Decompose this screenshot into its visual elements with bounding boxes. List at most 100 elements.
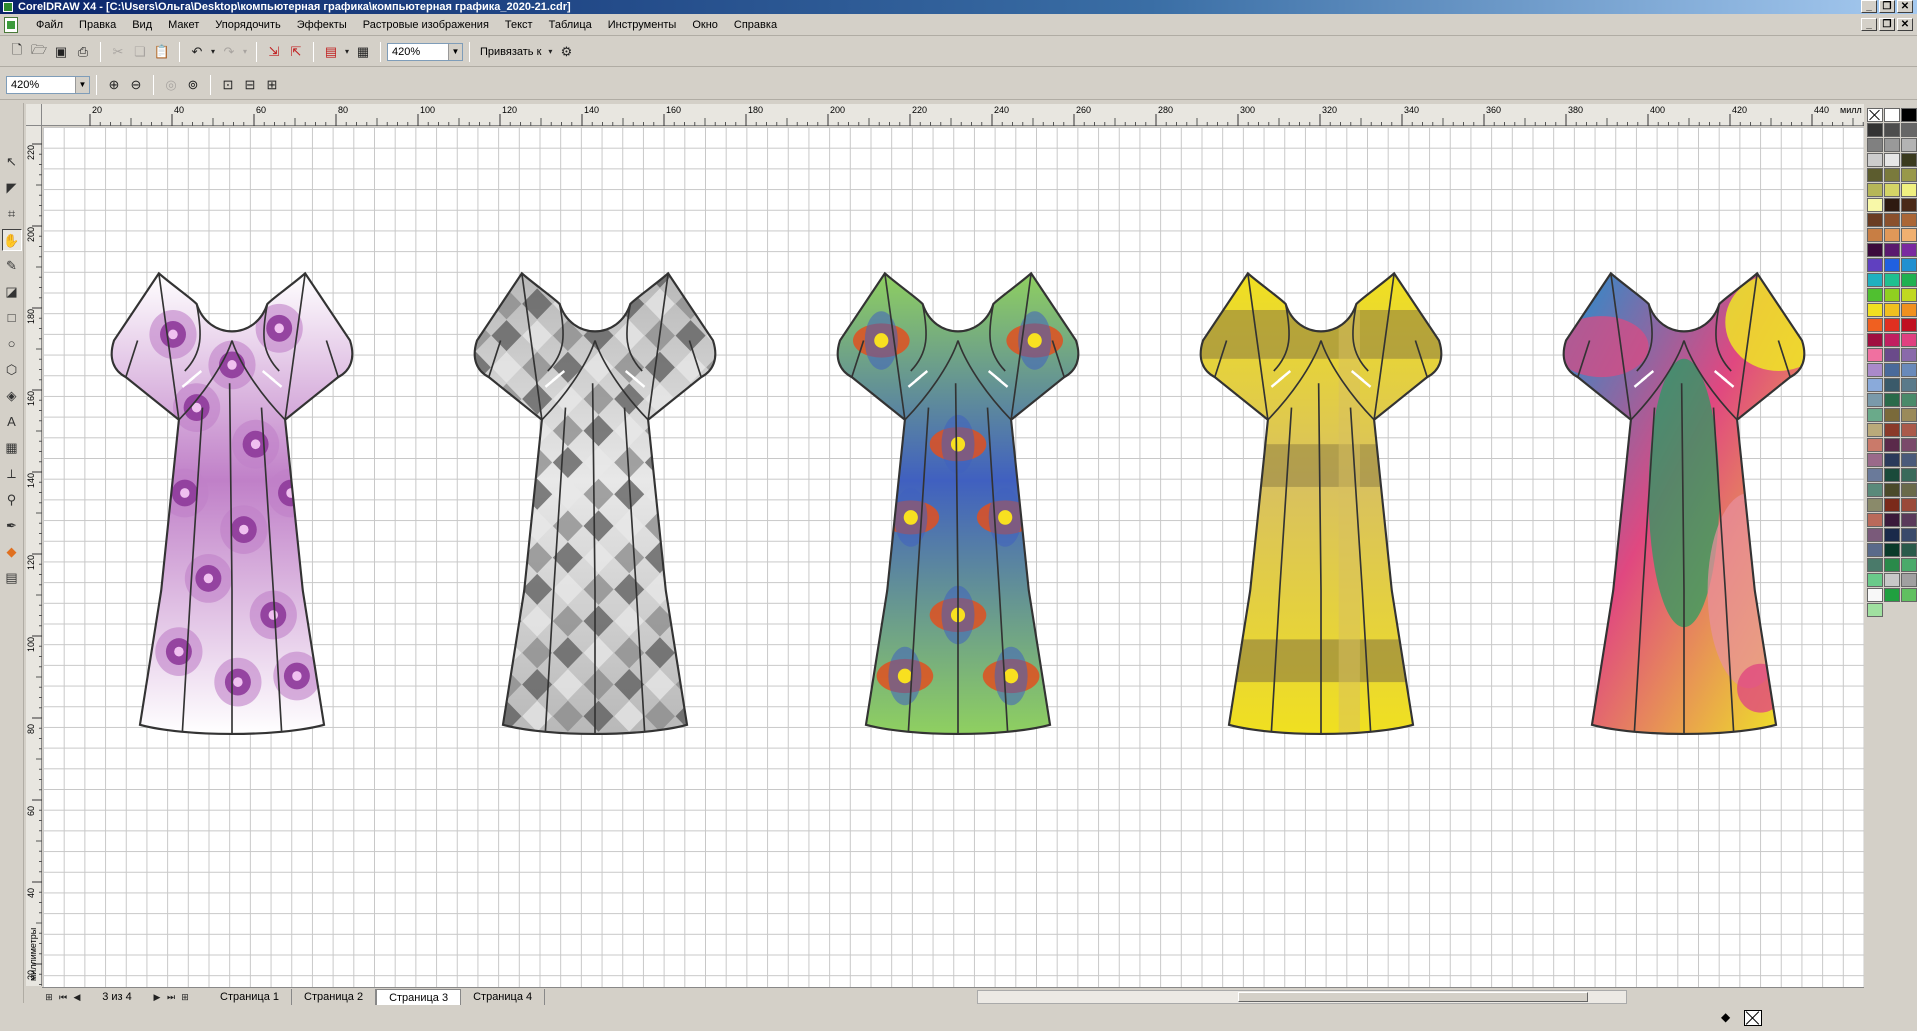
- color-swatch[interactable]: [1867, 348, 1883, 362]
- next-page-icon[interactable]: ▶: [150, 990, 164, 1004]
- color-swatch[interactable]: [1867, 453, 1883, 467]
- smart-fill-tool-icon[interactable]: ◪: [2, 281, 22, 303]
- no-color-swatch[interactable]: [1867, 108, 1883, 122]
- pan-tool-icon[interactable]: ✋: [1, 229, 22, 251]
- color-swatch[interactable]: [1884, 258, 1900, 272]
- color-swatch[interactable]: [1867, 183, 1883, 197]
- color-swatch[interactable]: [1884, 348, 1900, 362]
- color-swatch[interactable]: [1884, 108, 1900, 122]
- color-swatch[interactable]: [1901, 543, 1917, 557]
- color-swatch[interactable]: [1901, 363, 1917, 377]
- color-swatch[interactable]: [1884, 528, 1900, 542]
- zoom-page-height-icon[interactable]: ⊞: [261, 74, 283, 96]
- color-swatch[interactable]: [1884, 378, 1900, 392]
- color-swatch[interactable]: [1867, 213, 1883, 227]
- minimize-button[interactable]: _: [1861, 0, 1877, 13]
- horizontal-scroll-thumb[interactable]: [1238, 992, 1588, 1002]
- color-swatch[interactable]: [1884, 183, 1900, 197]
- interactive-fill-tool-icon[interactable]: ▤: [2, 567, 22, 589]
- color-swatch[interactable]: [1884, 543, 1900, 557]
- color-swatch[interactable]: [1901, 588, 1917, 602]
- add-page-after-icon[interactable]: ⊞: [178, 990, 192, 1004]
- doc-close-button[interactable]: ✕: [1897, 18, 1913, 31]
- dress-multicolor-gradient[interactable]: [1554, 271, 1831, 736]
- dress-purple-floral[interactable]: [110, 271, 354, 736]
- menu-view[interactable]: Вид: [124, 19, 160, 31]
- page-tab-1[interactable]: Страница 1: [208, 988, 293, 1005]
- color-swatch[interactable]: [1901, 468, 1917, 482]
- document-icon[interactable]: [4, 16, 18, 33]
- color-swatch[interactable]: [1884, 468, 1900, 482]
- color-swatch[interactable]: [1901, 513, 1917, 527]
- horizontal-scrollbar[interactable]: [977, 990, 1627, 1004]
- color-swatch[interactable]: [1867, 468, 1883, 482]
- color-swatch[interactable]: [1901, 378, 1917, 392]
- color-swatch[interactable]: [1901, 528, 1917, 542]
- eyedropper-tool-icon[interactable]: ⚲: [2, 489, 22, 511]
- color-swatch[interactable]: [1901, 303, 1917, 317]
- color-swatch[interactable]: [1884, 513, 1900, 527]
- color-swatch[interactable]: [1867, 393, 1883, 407]
- color-swatch[interactable]: [1884, 138, 1900, 152]
- color-swatch[interactable]: [1901, 483, 1917, 497]
- color-swatch[interactable]: [1884, 408, 1900, 422]
- menu-bitmaps[interactable]: Растровые изображения: [355, 19, 497, 31]
- ruler-origin[interactable]: [26, 104, 42, 126]
- color-swatch[interactable]: [1884, 273, 1900, 287]
- color-swatch[interactable]: [1884, 318, 1900, 332]
- fill-color-indicator-icon[interactable]: ◆: [1721, 1010, 1737, 1026]
- pick-tool-icon[interactable]: ↖: [2, 151, 22, 173]
- horizontal-ruler[interactable]: 20 40 60 80 100 120 140 160 180 200 220 240 260 280 30…: [42, 104, 1864, 126]
- menu-file[interactable]: Файл: [28, 19, 71, 31]
- color-swatch[interactable]: [1867, 303, 1883, 317]
- snap-to-button[interactable]: Привязать к: [476, 46, 545, 58]
- color-swatch[interactable]: [1867, 543, 1883, 557]
- color-swatch[interactable]: [1867, 498, 1883, 512]
- export-icon[interactable]: ⇱: [285, 41, 307, 63]
- color-swatch[interactable]: [1867, 198, 1883, 212]
- dress-grey-diamond[interactable]: [461, 257, 736, 736]
- color-swatch[interactable]: [1884, 213, 1900, 227]
- color-swatch[interactable]: [1901, 273, 1917, 287]
- menu-arrange[interactable]: Упорядочить: [207, 19, 288, 31]
- color-swatch[interactable]: [1901, 153, 1917, 167]
- polygon-tool-icon[interactable]: ⬡: [2, 359, 22, 381]
- cut-icon[interactable]: ✂: [107, 41, 129, 63]
- color-swatch[interactable]: [1884, 288, 1900, 302]
- color-swatch[interactable]: [1867, 483, 1883, 497]
- color-swatch[interactable]: [1901, 408, 1917, 422]
- doc-minimize-button[interactable]: _: [1861, 18, 1877, 31]
- color-swatch[interactable]: [1867, 573, 1883, 587]
- color-swatch[interactable]: [1901, 453, 1917, 467]
- outline-color-indicator-icon[interactable]: [1744, 1010, 1762, 1026]
- color-swatch[interactable]: [1884, 333, 1900, 347]
- color-swatch[interactable]: [1867, 528, 1883, 542]
- redo-icon[interactable]: ↷: [218, 41, 240, 63]
- color-swatch[interactable]: [1901, 213, 1917, 227]
- color-swatch[interactable]: [1901, 183, 1917, 197]
- fill-tool-icon[interactable]: ◆: [2, 541, 22, 563]
- color-swatch[interactable]: [1901, 168, 1917, 182]
- color-swatch[interactable]: [1901, 108, 1917, 122]
- open-icon[interactable]: 🗁: [28, 41, 50, 63]
- print-icon[interactable]: ⎙: [72, 41, 94, 63]
- zoom-to-page-icon[interactable]: ⊡: [217, 74, 239, 96]
- color-swatch[interactable]: [1867, 138, 1883, 152]
- add-page-before-icon[interactable]: ⊞: [42, 990, 56, 1004]
- outline-tool-icon[interactable]: ✒: [2, 515, 22, 537]
- zoom-page-width-icon[interactable]: ⊟: [239, 74, 261, 96]
- color-swatch[interactable]: [1901, 573, 1917, 587]
- color-swatch[interactable]: [1901, 333, 1917, 347]
- page-tab-4[interactable]: Страница 4: [461, 988, 546, 1005]
- color-swatch[interactable]: [1901, 558, 1917, 572]
- menu-layout[interactable]: Макет: [160, 19, 207, 31]
- color-swatch[interactable]: [1884, 588, 1900, 602]
- color-swatch[interactable]: [1901, 138, 1917, 152]
- dimension-tool-icon[interactable]: ⟂: [2, 463, 22, 485]
- welcome-screen-icon[interactable]: ▦: [352, 41, 374, 63]
- shape-tool-icon[interactable]: ◤: [2, 177, 22, 199]
- color-swatch[interactable]: [1867, 228, 1883, 242]
- page-tab-3[interactable]: Страница 3: [376, 988, 462, 1005]
- color-swatch[interactable]: [1901, 393, 1917, 407]
- color-swatch[interactable]: [1884, 198, 1900, 212]
